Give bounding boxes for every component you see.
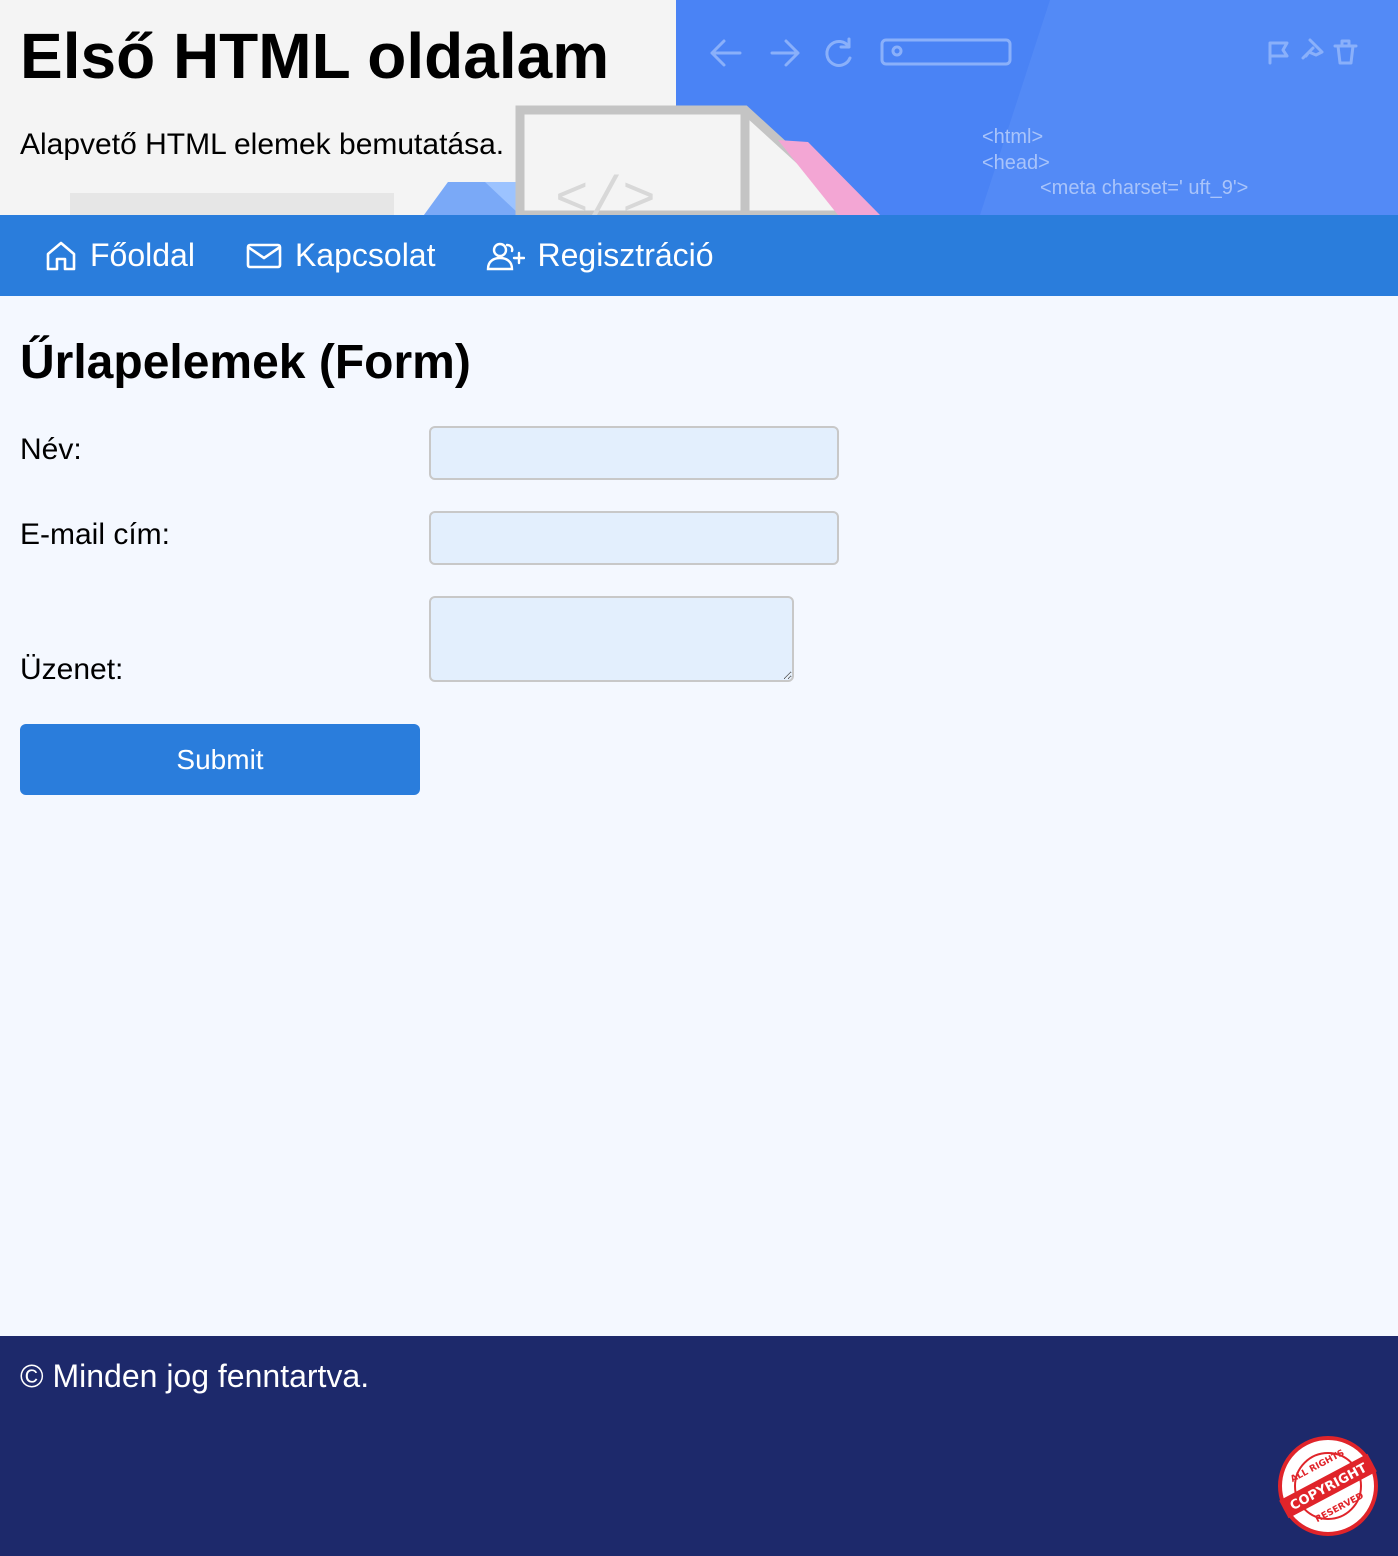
nav-item-label: Főoldal bbox=[90, 237, 195, 273]
name-label: Név: bbox=[20, 433, 82, 466]
nav-item-label: Regisztráció bbox=[537, 237, 714, 273]
nav-item-register[interactable]: Regisztráció bbox=[485, 237, 714, 274]
message-textarea[interactable] bbox=[429, 596, 794, 682]
nav-item-label: Kapcsolat bbox=[294, 237, 436, 273]
email-field[interactable] bbox=[429, 511, 839, 565]
email-label: E-mail cím: bbox=[20, 518, 170, 551]
email-row: E-mail cím: bbox=[20, 511, 1378, 596]
form-heading: Űrlapelemek (Form) bbox=[20, 336, 471, 389]
svg-text:</>: </> bbox=[555, 168, 656, 215]
mail-icon bbox=[246, 243, 282, 268]
message-row: Üzenet: bbox=[20, 596, 1378, 696]
nav-item-home[interactable]: Főoldal bbox=[44, 237, 195, 274]
name-row: Név: bbox=[20, 426, 1378, 511]
main-nav: Főoldal Kapcsolat Regisztráció bbox=[0, 215, 1398, 296]
message-label: Üzenet: bbox=[20, 653, 124, 686]
main-content: Űrlapelemek (Form) Név: E-mail cím: Üzen… bbox=[0, 296, 1398, 696]
name-field[interactable] bbox=[429, 426, 839, 480]
nav-item-contact[interactable]: Kapcsolat bbox=[245, 237, 436, 274]
hero-code-line: <meta charset=' uft_9'> bbox=[1040, 177, 1248, 199]
copyright-stamp-logo: COPYRIGHT ALL RIGHTS RESERVED bbox=[1278, 1436, 1378, 1536]
page-subtitle: Alapvető HTML elemek bemutatása. bbox=[20, 128, 505, 161]
page-title: Első HTML oldalam bbox=[20, 20, 610, 92]
home-icon bbox=[46, 241, 76, 270]
user-plus-icon bbox=[487, 242, 526, 270]
site-header: </> <html> <head> <meta charset=' uft_9'… bbox=[0, 0, 1398, 215]
copyright-text: © Minden jog fenntartva. bbox=[20, 1358, 370, 1394]
site-footer: © Minden jog fenntartva. bbox=[0, 1336, 1398, 1556]
submit-button[interactable]: Submit bbox=[20, 724, 420, 795]
